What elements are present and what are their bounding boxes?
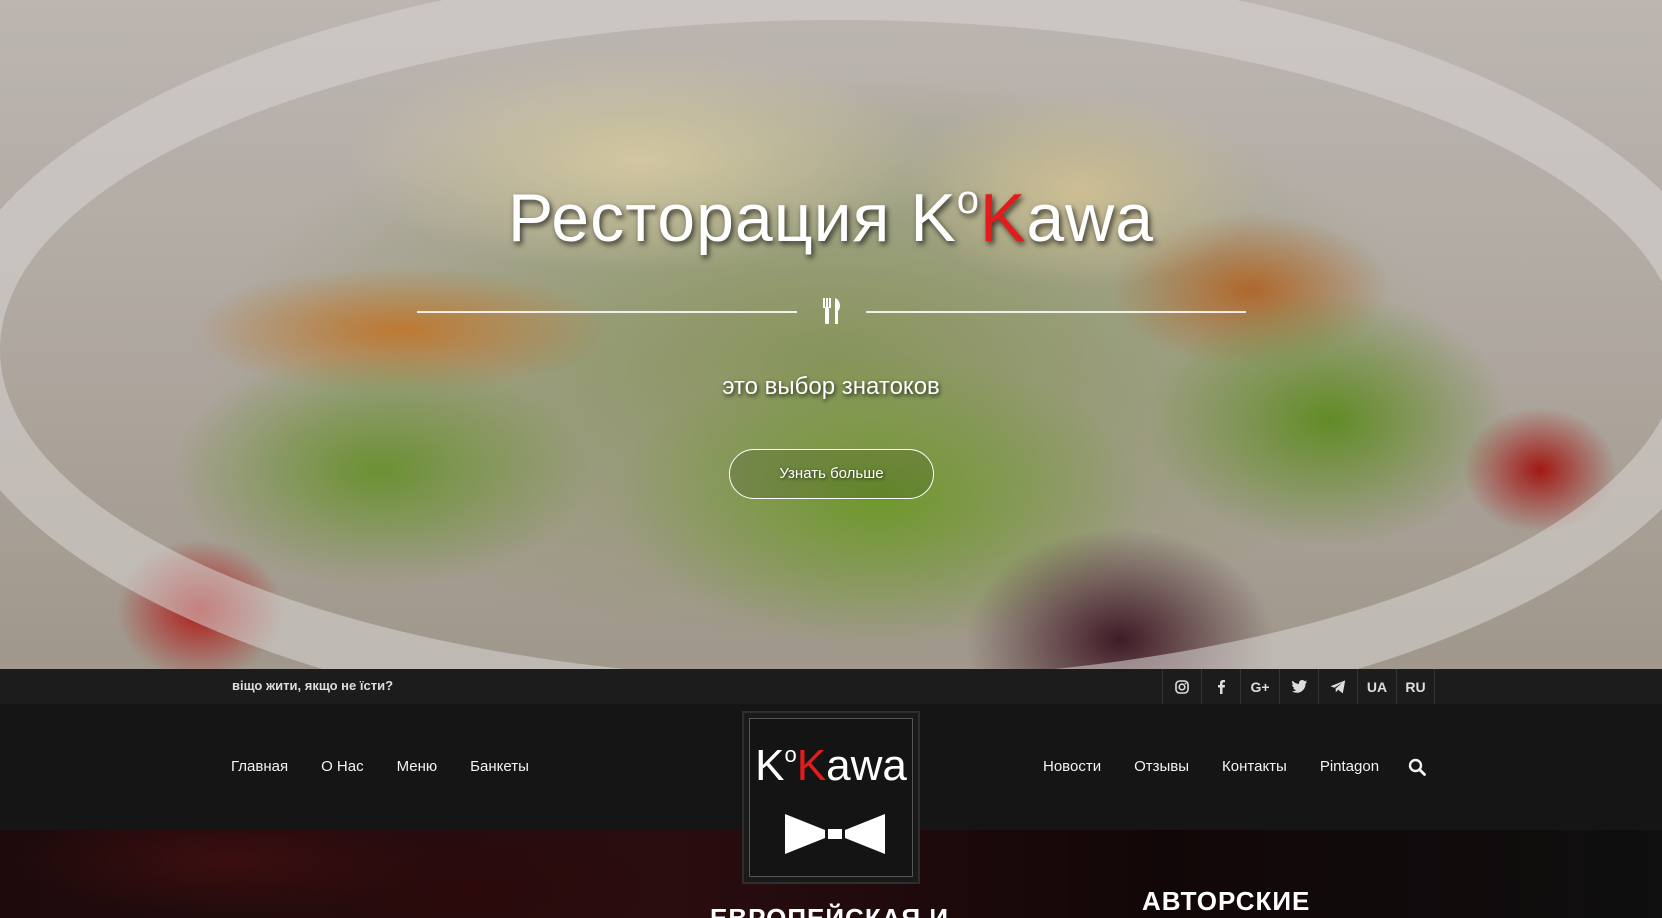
hero-title-suffix: awa	[1026, 180, 1155, 256]
nav-right: Новости Отзывы Контакты Pintagon	[1043, 758, 1412, 775]
twitter-icon	[1291, 680, 1307, 693]
hero-title: Реcтoрация KoKawa	[0, 178, 1662, 257]
hero-title-prefix: Реcтoрация K	[507, 180, 957, 256]
hero-title-sup: o	[956, 178, 980, 222]
google-plus-icon: G+	[1250, 678, 1270, 695]
facebook-icon	[1218, 680, 1225, 694]
nav-item-reviews[interactable]: Отзывы	[1134, 758, 1189, 775]
nav-item-home[interactable]: Главная	[231, 758, 288, 775]
tagline: віщо жити, якщо не їсти?	[232, 678, 394, 693]
nav-item-menu[interactable]: Меню	[397, 758, 438, 775]
social-links: G+ UA RU	[1162, 669, 1435, 704]
instagram-link[interactable]	[1162, 669, 1201, 704]
instagram-icon	[1175, 679, 1189, 694]
hero-overlay	[0, 0, 1662, 669]
bowtie-icon	[785, 814, 885, 854]
telegram-icon	[1330, 679, 1346, 693]
lang-ru-link[interactable]: RU	[1396, 669, 1435, 704]
cutlery-icon	[823, 298, 840, 324]
hero-subtitle: это выбор знатоков	[722, 373, 940, 400]
logo-prefix: K	[755, 741, 785, 790]
learn-more-button[interactable]: Узнать больше	[729, 449, 934, 499]
hero-divider-right	[866, 311, 1246, 313]
logo-sup: o	[784, 742, 797, 767]
nav-item-about[interactable]: О Нас	[321, 758, 364, 775]
logo-red-k: K	[796, 741, 827, 790]
top-bar: віщо жити, якщо не їсти? G+ UA RU	[0, 669, 1662, 704]
google-plus-link[interactable]: G+	[1240, 669, 1279, 704]
nav-item-banquets[interactable]: Банкеты	[470, 758, 529, 775]
lang-ua-link[interactable]: UA	[1357, 669, 1396, 704]
search-icon[interactable]	[1408, 758, 1426, 776]
nav-left: Главная О Нас Меню Банкеты	[231, 758, 562, 775]
twitter-link[interactable]	[1279, 669, 1318, 704]
hero-divider-left	[417, 311, 797, 313]
facebook-link[interactable]	[1201, 669, 1240, 704]
logo-suffix: awa	[826, 741, 907, 790]
telegram-link[interactable]	[1318, 669, 1357, 704]
hero-title-red-k: K	[979, 180, 1027, 256]
logo-text: KoKawa	[750, 741, 912, 791]
logo-frame: KoKawa	[749, 718, 913, 877]
cuisine-heading-right: АВТОРСКИЕ	[1142, 886, 1311, 916]
nav-item-pintagon[interactable]: Pintagon	[1320, 758, 1379, 775]
hero-banner: Реcтoрация KoKawa это выбор знатоков Узн…	[0, 0, 1662, 669]
nav-item-contacts[interactable]: Контакты	[1222, 758, 1287, 775]
site-logo[interactable]: KoKawa	[742, 711, 920, 884]
nav-item-news[interactable]: Новости	[1043, 758, 1101, 775]
cuisine-heading-left: ЕВРОПЕЙСКАЯ И	[710, 903, 950, 918]
